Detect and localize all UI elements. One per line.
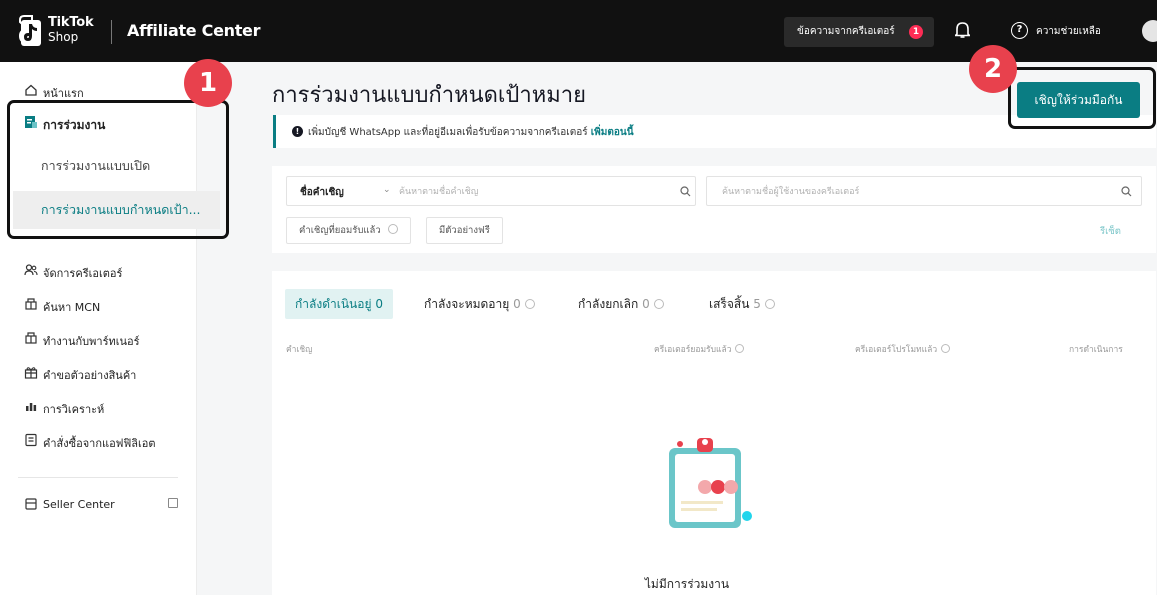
question-icon: [387, 224, 398, 234]
creator-messages-label: ข้อความจากครีเอเตอร์: [797, 26, 895, 37]
tab-label: กำลังยกเลิก: [578, 297, 639, 311]
tab-count: 0: [513, 297, 521, 311]
tab-count: 0: [375, 297, 383, 311]
bell-icon[interactable]: [955, 21, 970, 39]
order-icon: [25, 433, 37, 447]
annotation-box-2: [1008, 67, 1156, 129]
sidebar-item-label: ทำงานกับพาร์ทเนอร์: [43, 335, 140, 348]
help-icon[interactable]: ?: [1011, 22, 1028, 39]
tab-cancelling[interactable]: กำลังยกเลิก 0: [578, 289, 664, 319]
column-header-invitation: คำเชิญ: [286, 345, 313, 355]
question-icon: [764, 299, 775, 309]
tab-count: 5: [753, 297, 761, 311]
search-field-select[interactable]: ชื่อคำเชิญ: [300, 185, 344, 200]
annotation-badge-1: 1: [184, 59, 232, 107]
building-icon: [25, 298, 37, 310]
filter-panel: ชื่อคำเชิญ ⌄ คำเชิญที่ยอมรับแล้ว มีตัวอย…: [272, 166, 1156, 253]
tab-label: เสร็จสิ้น: [709, 297, 750, 311]
reset-button[interactable]: รีเซ็ต: [1100, 224, 1121, 239]
annotation-badge-2: 2: [969, 45, 1017, 93]
chevron-down-icon[interactable]: ⌄: [383, 185, 391, 195]
sidebar-item-label: Seller Center: [43, 498, 115, 511]
column-header-actions: การดำเนินการ: [1069, 345, 1123, 355]
notice-text: เพิ่มบัญชี WhatsApp และที่อยู่อีเมลเพื่อ…: [308, 125, 634, 140]
question-icon: [653, 299, 664, 309]
people-icon: [24, 264, 38, 276]
column-label: ครีเอเตอร์ยอมรับแล้ว: [654, 345, 732, 355]
sidebar-item-analytics[interactable]: การวิเคราะห์: [0, 396, 197, 418]
column-header-accepted: ครีเอเตอร์ยอมรับแล้ว: [654, 342, 745, 356]
avatar[interactable]: [1142, 20, 1157, 42]
creator-search-input[interactable]: [722, 182, 1102, 202]
tab-in-progress[interactable]: กำลังดำเนินอยู่ 0: [285, 289, 393, 319]
sidebar-item-affiliate-orders[interactable]: คำสั่งซื้อจากแอฟฟิลิเอต: [0, 430, 197, 452]
empty-clipboard-icon: [669, 438, 752, 528]
question-icon: [941, 344, 951, 353]
sidebar-item-label: จัดการครีเอเตอร์: [43, 267, 123, 280]
question-icon: [735, 344, 745, 353]
annotation-box-1: [7, 100, 229, 239]
tiktok-shop-logo[interactable]: TikTok Shop: [18, 14, 106, 50]
empty-state-text: ไม่มีการร่วมงาน: [644, 577, 730, 591]
sidebar-item-label: คำสั่งซื้อจากแอฟฟิลิเอต: [43, 437, 156, 450]
help-label[interactable]: ความช่วยเหลือ: [1036, 24, 1101, 39]
creator-search[interactable]: [706, 176, 1142, 206]
home-icon: [25, 84, 37, 96]
sidebar-item-find-mcn[interactable]: ค้นหา MCN: [0, 294, 197, 316]
column-header-promoted: ครีเอเตอร์โปรโมทแล้ว: [855, 342, 951, 356]
invitation-name-search[interactable]: ชื่อคำเชิญ ⌄: [286, 176, 696, 206]
page-title: การร่วมงานแบบกำหนดเป้าหมาย: [272, 83, 586, 108]
sidebar-item-label: คำขอตัวอย่างสินค้า: [43, 369, 137, 382]
tab-label: กำลังดำเนินอยู่: [295, 297, 372, 311]
search-icon[interactable]: [1121, 186, 1132, 197]
partner-icon: [25, 332, 37, 344]
sidebar-item-sample-requests[interactable]: คำขอตัวอย่างสินค้า: [0, 362, 197, 384]
sidebar-item-partners[interactable]: ทำงานกับพาร์ทเนอร์: [0, 328, 197, 350]
sidebar-item-label: ค้นหา MCN: [43, 301, 101, 314]
column-label: ครีเอเตอร์โปรโมทแล้ว: [855, 345, 938, 355]
info-icon: !: [292, 126, 303, 137]
logo-text-shop: Shop: [48, 30, 79, 44]
messages-count-badge: 1: [909, 25, 923, 39]
gift-icon: [24, 367, 38, 379]
tab-count: 0: [642, 297, 650, 311]
creator-messages-button[interactable]: ข้อความจากครีเอเตอร์ 1: [784, 17, 934, 47]
logo-text-tiktok: TikTok: [48, 15, 94, 30]
divider: [111, 20, 112, 44]
collaboration-table: กำลังดำเนินอยู่ 0 กำลังจะหมดอายุ 0 กำลัง…: [272, 271, 1156, 595]
invitation-search-input[interactable]: [399, 182, 669, 202]
bar-chart-icon: [26, 403, 37, 411]
tab-label: กำลังจะหมดอายุ: [424, 297, 510, 311]
sidebar-item-manage-creators[interactable]: จัดการครีเอเตอร์: [0, 260, 197, 282]
app-title: Affiliate Center: [127, 21, 261, 40]
tiktok-logo-icon: [18, 15, 41, 46]
notice-message: เพิ่มบัญชี WhatsApp และที่อยู่อีเมลเพื่อ…: [308, 127, 588, 138]
add-now-link[interactable]: เพิ่มตอนนี้: [591, 127, 634, 138]
accepted-invitations-filter[interactable]: คำเชิญที่ยอมรับแล้ว: [286, 217, 411, 244]
tab-expiring[interactable]: กำลังจะหมดอายุ 0: [424, 289, 535, 319]
sidebar-item-home[interactable]: หน้าแรก: [0, 80, 197, 102]
sidebar-item-label: การวิเคราะห์: [43, 403, 105, 416]
question-icon: [524, 299, 535, 309]
store-icon: [25, 498, 37, 510]
chip-label: คำเชิญที่ยอมรับแล้ว: [299, 225, 381, 236]
sidebar-divider: [18, 477, 178, 478]
search-icon[interactable]: [680, 186, 691, 197]
free-sample-filter[interactable]: มีตัวอย่างฟรี: [426, 217, 503, 244]
external-link-icon: [168, 498, 178, 508]
tab-completed[interactable]: เสร็จสิ้น 5: [709, 289, 775, 319]
